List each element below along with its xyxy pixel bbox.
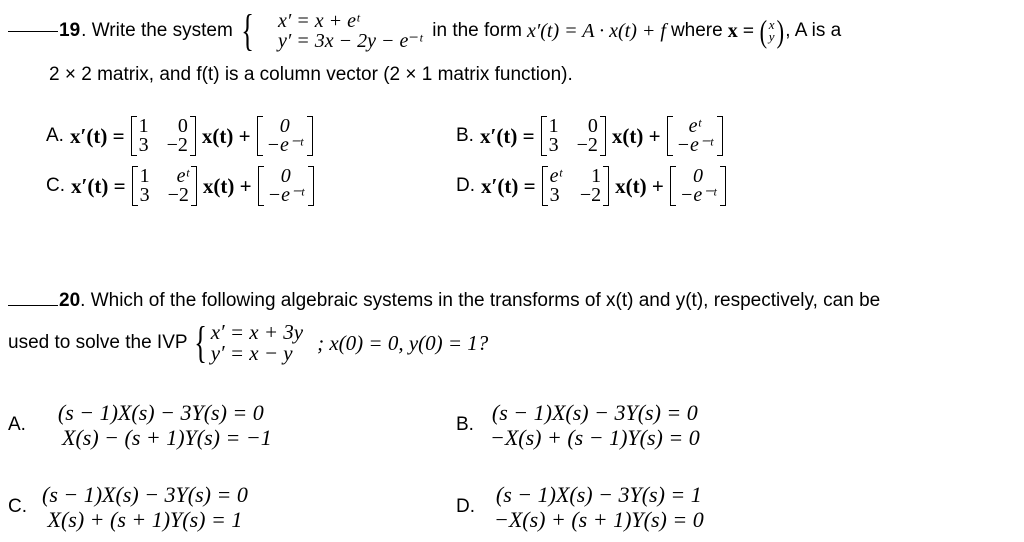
left-brace: { [193, 318, 207, 367]
ivp-eq-1: x′ = x + 3y [210, 320, 304, 344]
question-19-tail: , A is a [785, 20, 842, 41]
option-lhs: x′(t) = [481, 173, 536, 198]
matrix: 1 0 3 −2 [130, 116, 196, 156]
option-mid: x(t) + [611, 123, 661, 148]
question-number-20: 20 [59, 290, 81, 311]
option-lhs: x′(t) = [479, 123, 535, 148]
option-label: C. [46, 175, 65, 196]
q19-option-d[interactable]: D. x′(t) = eᵗ 1 3 −2 x(t) + 0 −e⁻ᵗ [456, 164, 727, 208]
equation: −X(s) + (s − 1)Y(s) = 0 [490, 425, 700, 450]
option-mid: x(t) + [202, 173, 252, 198]
q20-option-d[interactable]: D. (s − 1)X(s) − 3Y(s) = 1 −X(s) + (s + … [456, 482, 704, 532]
x-vector: ( x y ) [759, 12, 784, 49]
x-vector-y: y [768, 29, 775, 44]
matrix-cell: −2 [576, 134, 598, 156]
matrix: eᵗ 1 3 −2 [541, 166, 610, 206]
vector: 0 −e⁻ᵗ [669, 166, 727, 206]
question-19-line1: 19 . Write the system { x′ = x + eᵗ y′ =… [8, 8, 841, 54]
answer-blank-19[interactable] [8, 30, 58, 32]
option-label: D. [456, 175, 475, 196]
option-mid: x(t) + [615, 173, 664, 198]
question-19-system: x′ = x + eᵗ y′ = 3x − 2y − e⁻ᵗ [260, 11, 422, 51]
equation: (s − 1)X(s) − 3Y(s) = 0 [491, 400, 698, 425]
equation: (s − 1)X(s) − 3Y(s) = 0 [42, 482, 248, 507]
option-label: C. [8, 496, 27, 517]
equation-pair: (s − 1)X(s) − 3Y(s) = 1 −X(s) + (s + 1)Y… [494, 482, 704, 532]
equation: −X(s) + (s + 1)Y(s) = 0 [494, 507, 704, 532]
q19-option-b[interactable]: B. x′(t) = 1 0 3 −2 x(t) + eᵗ −e⁻ᵗ [456, 114, 723, 158]
question-19-text-mid: in the form [432, 20, 523, 41]
q20-option-a[interactable]: A. (s − 1)X(s) − 3Y(s) = 0 X(s) − (s + 1… [8, 400, 272, 450]
option-mid: x(t) + [201, 123, 251, 148]
matrix-cell: 3 [549, 184, 560, 206]
option-lhs: x′(t) = [69, 123, 125, 148]
equation: (s − 1)X(s) − 3Y(s) = 0 [57, 400, 264, 425]
question-19-intro: . Write the system [81, 20, 233, 41]
question-19-where: where [670, 20, 723, 41]
equation-pair: (s − 1)X(s) − 3Y(s) = 0 −X(s) + (s − 1)Y… [490, 400, 700, 450]
option-label: B. [456, 414, 474, 435]
question-number-19: 19 [59, 20, 81, 41]
matrix-cell: −2 [166, 134, 188, 156]
vector-cell: −e⁻ᵗ [679, 184, 717, 206]
question-19-line2: 2 × 2 matrix, and f(t) is a column vecto… [49, 64, 573, 85]
matrix-cell: 3 [138, 134, 149, 156]
q20-option-b[interactable]: B. (s − 1)X(s) − 3Y(s) = 0 −X(s) + (s − … [456, 400, 700, 450]
vector-cell: −e⁻ᵗ [676, 134, 713, 156]
ivp-conditions: ; x(0) = 0, y(0) = 1? [317, 330, 489, 355]
option-label: B. [456, 125, 474, 146]
question-20-line2: used to solve the IVP { x′ = x + 3y y′ =… [8, 318, 488, 368]
option-label: A. [8, 414, 26, 435]
question-19-x-def: x = [727, 19, 755, 42]
equation-pair: (s − 1)X(s) − 3Y(s) = 0 X(s) − (s + 1)Y(… [50, 400, 272, 450]
answer-blank-20[interactable] [8, 304, 58, 306]
vector: eᵗ −e⁻ᵗ [666, 116, 723, 156]
question-19-form: x′(t) = A · x(t) + f [527, 19, 666, 42]
system-eq-1: x′ = x + eᵗ [277, 10, 360, 32]
matrix-cell: −2 [579, 184, 602, 206]
matrix-cell: 3 [139, 184, 150, 206]
vector: 0 −e⁻ᵗ [257, 166, 314, 206]
vector: 0 −e⁻ᵗ [256, 116, 313, 156]
left-brace: { [241, 6, 254, 55]
ivp-eq-2: y′ = x − y [210, 341, 293, 365]
matrix: 1 0 3 −2 [540, 116, 606, 156]
q19-option-c[interactable]: C. x′(t) = 1 eᵗ 3 −2 x(t) + 0 −e⁻ᵗ [46, 164, 314, 208]
equation: X(s) − (s + 1)Y(s) = −1 [62, 425, 272, 450]
q19-option-a[interactable]: A. x′(t) = 1 0 3 −2 x(t) + 0 −e⁻ᵗ [46, 114, 313, 158]
vector-cell: −e⁻ᵗ [267, 184, 304, 206]
system-eq-2: y′ = 3x − 2y − e⁻ᵗ [277, 30, 423, 52]
equation: X(s) + (s + 1)Y(s) = 1 [47, 507, 243, 532]
q20-option-c[interactable]: C. (s − 1)X(s) − 3Y(s) = 0 X(s) + (s + 1… [8, 482, 248, 532]
equation: (s − 1)X(s) − 3Y(s) = 1 [495, 482, 702, 507]
question-20-text: . Which of the following algebraic syste… [80, 290, 881, 311]
question-20-prefix: used to solve the IVP [8, 332, 188, 353]
option-lhs: x′(t) = [71, 173, 126, 198]
equation-pair: (s − 1)X(s) − 3Y(s) = 0 X(s) + (s + 1)Y(… [42, 482, 248, 532]
option-label: D. [456, 496, 475, 517]
matrix-cell: −2 [167, 184, 189, 206]
matrix-cell: 3 [548, 134, 559, 156]
option-label: A. [46, 125, 64, 146]
question-20-line1: 20. Which of the following algebraic sys… [8, 290, 880, 312]
vector-cell: −e⁻ᵗ [266, 134, 303, 156]
matrix: 1 eᵗ 3 −2 [131, 166, 197, 206]
ivp-system: x′ = x + 3y y′ = x − y [211, 322, 303, 364]
